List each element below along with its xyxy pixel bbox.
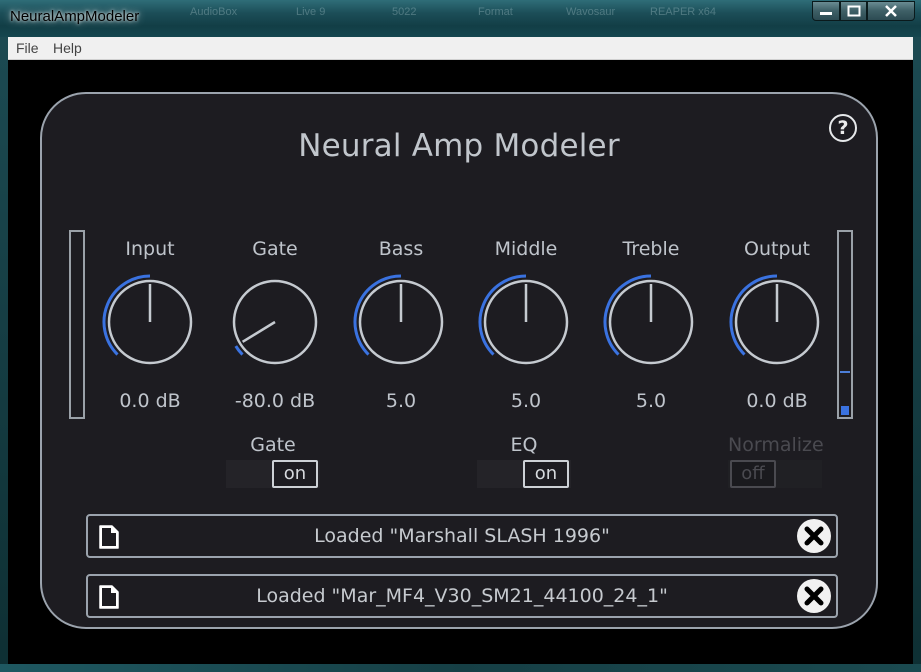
ir-loader[interactable]: Loaded "Mar_MF4_V30_SM21_44100_24_1" bbox=[86, 574, 838, 618]
knob-treble[interactable]: Treble 5.0 bbox=[598, 230, 704, 418]
knob-input-label: Input bbox=[125, 238, 175, 260]
clear-model-button[interactable] bbox=[797, 519, 831, 553]
minimize-icon bbox=[820, 12, 832, 15]
knob-output-value: 0.0 dB bbox=[746, 390, 808, 412]
knob-input[interactable]: Input 0.0 dB bbox=[97, 230, 203, 418]
menu-file[interactable]: File bbox=[16, 40, 39, 56]
window-title: NeuralAmpModeler bbox=[10, 8, 140, 25]
knob-gate[interactable]: Gate -80.0 dB bbox=[222, 230, 328, 418]
knob-bass[interactable]: Bass 5.0 bbox=[348, 230, 454, 418]
output-level-meter bbox=[837, 230, 853, 419]
knob-output-label: Output bbox=[744, 238, 810, 260]
plugin-panel: Neural Amp Modeler ? Input 0.0 dB Gate -80… bbox=[40, 92, 878, 629]
file-icon[interactable] bbox=[98, 584, 120, 610]
window-frame-left bbox=[0, 37, 8, 672]
knob-bass-value: 5.0 bbox=[385, 390, 417, 412]
switch-eq-label: EQ bbox=[510, 434, 538, 456]
knob-gate-value: -80.0 dB bbox=[234, 390, 316, 412]
normalize-toggle-button: off bbox=[730, 460, 776, 488]
knob-output-dial[interactable] bbox=[727, 274, 827, 374]
close-x-icon bbox=[804, 526, 824, 546]
clear-ir-button[interactable] bbox=[797, 579, 831, 613]
plugin-title: Neural Amp Modeler bbox=[298, 128, 620, 164]
close-window-button[interactable] bbox=[867, 1, 915, 21]
file-icon[interactable] bbox=[98, 524, 120, 550]
output-meter-fill bbox=[841, 406, 849, 415]
ir-loader-text: Loaded "Mar_MF4_V30_SM21_44100_24_1" bbox=[256, 585, 668, 607]
window-titlebar: AudioBox Live 9 5022 Format Wavosaur REA… bbox=[0, 0, 921, 37]
switch-eq: EQ on bbox=[477, 434, 571, 490]
knob-middle-value: 5.0 bbox=[510, 390, 542, 412]
knob-output[interactable]: Output 0.0 dB bbox=[724, 230, 830, 418]
knob-treble-label: Treble bbox=[622, 238, 680, 260]
knob-input-dial[interactable] bbox=[100, 274, 200, 374]
gate-toggle-button[interactable]: on bbox=[272, 460, 318, 488]
window-controls bbox=[812, 1, 915, 21]
knob-input-value: 0.0 dB bbox=[119, 390, 181, 412]
close-x-icon bbox=[804, 586, 824, 606]
close-icon bbox=[885, 5, 897, 17]
minimize-button[interactable] bbox=[812, 1, 840, 21]
help-button[interactable]: ? bbox=[829, 114, 857, 142]
maximize-icon bbox=[847, 5, 860, 17]
model-loader[interactable]: Loaded "Marshall SLASH 1996" bbox=[86, 514, 838, 558]
model-loader-text: Loaded "Marshall SLASH 1996" bbox=[314, 525, 610, 547]
eq-toggle-button[interactable]: on bbox=[523, 460, 569, 488]
window-frame-right bbox=[913, 37, 921, 672]
switch-gate-label: Gate bbox=[250, 434, 296, 456]
knob-gate-dial[interactable] bbox=[225, 274, 325, 374]
switch-normalize: Normalize off bbox=[728, 434, 824, 490]
knob-treble-dial[interactable] bbox=[601, 274, 701, 374]
knob-middle[interactable]: Middle 5.0 bbox=[473, 230, 579, 418]
knob-middle-dial[interactable] bbox=[476, 274, 576, 374]
knob-bass-dial[interactable] bbox=[351, 274, 451, 374]
input-level-meter bbox=[69, 230, 85, 419]
knob-bass-label: Bass bbox=[378, 238, 424, 260]
maximize-button[interactable] bbox=[840, 1, 867, 21]
output-meter-peak bbox=[840, 371, 850, 373]
switch-gate: Gate on bbox=[226, 434, 320, 490]
menu-help[interactable]: Help bbox=[53, 40, 82, 56]
switch-normalize-label: Normalize bbox=[728, 434, 824, 456]
window-frame-bottom bbox=[0, 664, 921, 672]
knob-middle-label: Middle bbox=[494, 238, 558, 260]
client-area: Neural Amp Modeler ? Input 0.0 dB Gate -80… bbox=[8, 60, 913, 664]
knob-treble-value: 5.0 bbox=[635, 390, 667, 412]
help-icon: ? bbox=[837, 117, 849, 139]
menu-bar: File Help bbox=[8, 37, 913, 60]
knob-gate-label: Gate bbox=[252, 238, 298, 260]
